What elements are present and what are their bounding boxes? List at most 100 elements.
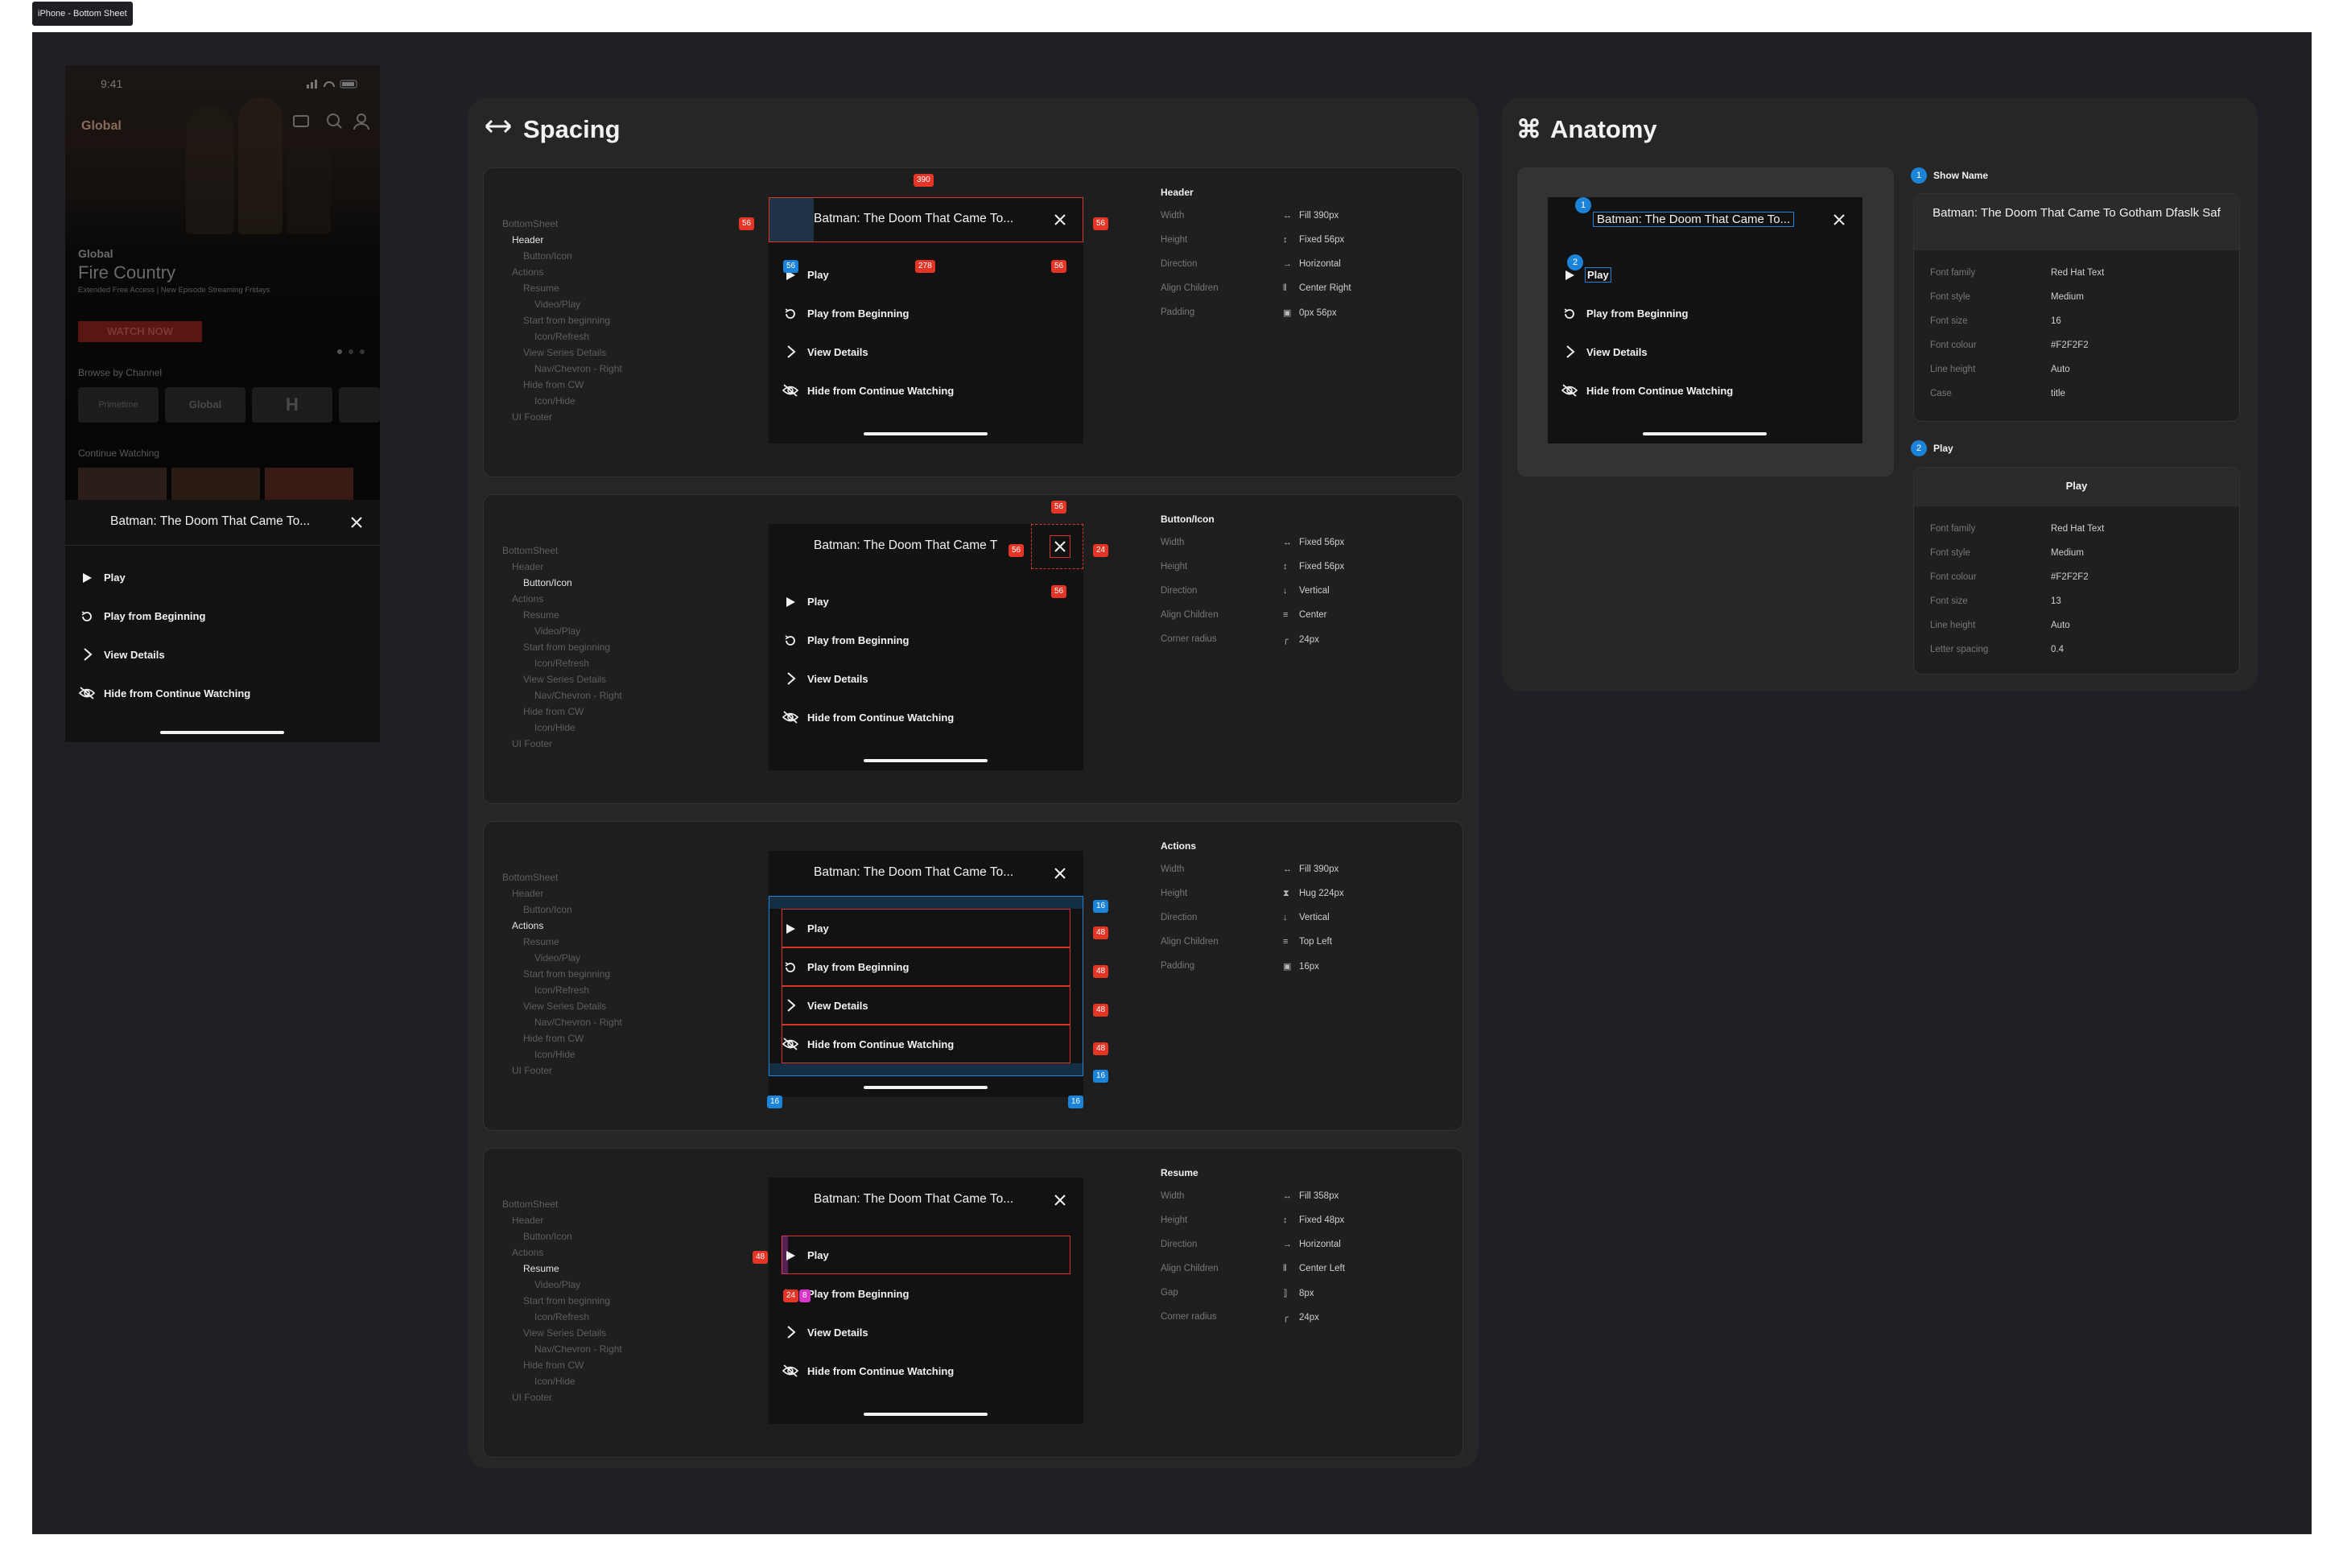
top-nav-icons: [291, 112, 371, 131]
continue-heading: Continue Watching: [78, 448, 159, 459]
tree-item: Hide from CW: [523, 706, 584, 717]
home-indicator: [1643, 432, 1767, 435]
tree-item: Icon/Hide: [534, 395, 575, 406]
section-name: Actions: [1161, 840, 1197, 852]
tree-item-selected: Button/Icon: [523, 577, 572, 588]
measure-badge: 24: [783, 1289, 799, 1302]
continue-tile[interactable]: [265, 468, 353, 500]
chevron-right-icon: [786, 345, 797, 359]
spacing-title: Spacing: [523, 115, 621, 143]
section-name: Header: [1161, 187, 1194, 198]
tree-item: Start from beginning: [523, 1295, 611, 1306]
mock-action: Play from Beginning: [1586, 307, 1689, 320]
search-icon: [327, 113, 340, 126]
tree-item: Icon/Refresh: [534, 984, 590, 996]
channel-tile[interactable]: [339, 387, 380, 423]
tree-item: Start from beginning: [523, 315, 611, 326]
close-icon: [1054, 1194, 1066, 1207]
measure-badge: 48: [1093, 1004, 1109, 1017]
prop-label: Align Children: [1161, 283, 1219, 293]
mock-action: Play: [807, 269, 829, 281]
prop-value: 16: [2051, 316, 2061, 326]
chevron-right-icon: [1565, 345, 1576, 359]
mock-action: Play: [807, 922, 829, 935]
chevron-right-icon: [82, 647, 93, 662]
prop-label: Corner radius: [1161, 1312, 1217, 1322]
eye-off-icon: [782, 710, 799, 724]
action-view-details[interactable]: View Details: [104, 649, 165, 661]
prop-label: Padding: [1161, 961, 1195, 971]
prop-label: Direction: [1161, 586, 1198, 596]
sheet-mock: Batman: The Doom That Came To... Play Pl…: [769, 1178, 1083, 1424]
tree-item: Resume: [523, 609, 559, 621]
tree-item: BottomSheet: [502, 218, 559, 229]
tree-item: Header: [512, 888, 544, 899]
browse-heading: Browse by Channel: [78, 367, 163, 378]
refresh-icon: [784, 961, 797, 974]
prop-value: ⟧ 8px: [1283, 1289, 1314, 1298]
prop-value: ↔ Fill 390px: [1283, 211, 1339, 221]
measure-badge: 56: [1093, 217, 1109, 230]
tree-item: Button/Icon: [523, 904, 572, 915]
prop-value: ▣ 16px: [1283, 962, 1319, 972]
profile-icon: [357, 113, 366, 123]
spec-preview-text: Play: [2065, 480, 2088, 492]
eye-off-icon: [782, 383, 799, 398]
prop-label: Font family: [1930, 524, 1976, 534]
tree-item: View Series Details: [523, 1001, 607, 1012]
prop-value: Auto: [2051, 621, 2070, 630]
sheet-title: Batman: The Doom That Came To...: [110, 514, 311, 528]
tree-item: Hide from CW: [523, 1360, 584, 1371]
section-name: Resume: [1161, 1167, 1198, 1178]
properties-panel: Header Width ↔ Fill 390px Height ↕ Fixed 56p…: [1145, 175, 1458, 469]
channel-tile[interactable]: Global: [165, 387, 245, 423]
measure-badge: 56: [739, 217, 755, 230]
tree-item-selected: Actions: [512, 920, 544, 931]
refresh-icon: [1563, 307, 1576, 320]
channel-tile[interactable]: H: [252, 387, 332, 423]
layer-tree: BottomSheet Header Button/Icon Actions R…: [491, 1156, 710, 1450]
mock-action: Hide from Continue Watching: [807, 712, 955, 724]
tree-item: Start from beginning: [523, 968, 611, 980]
prop-label: Width: [1161, 864, 1185, 874]
measure-badge: 16: [1093, 900, 1109, 913]
phone-preview: 9:41 Global Global Fire Country Extended…: [65, 65, 380, 742]
prop-value: ↕ Fixed 48px: [1283, 1215, 1345, 1225]
properties-panel: Resume Width ↔ Fill 358px Height ↕ Fixed 48p…: [1145, 1156, 1458, 1450]
mock-title: Batman: The Doom That Came To...: [814, 212, 1014, 225]
spec-preview-text: Batman: The Doom That Came To Gotham Dfa…: [1933, 206, 2221, 220]
channel-tile[interactable]: Primetime: [78, 387, 159, 423]
action-play[interactable]: Play: [104, 571, 126, 584]
close-icon: [1054, 540, 1066, 553]
eye-off-icon: [78, 686, 96, 700]
continue-tile[interactable]: [171, 468, 260, 500]
mock-action: View Details: [1586, 346, 1648, 358]
measure-badge: 56: [1051, 260, 1067, 273]
prop-label: Letter spacing: [1930, 645, 1989, 654]
close-icon[interactable]: [350, 516, 363, 529]
measure-badge: 24: [1093, 544, 1109, 557]
hero-title: Fire Country: [78, 262, 176, 283]
mock-action: Hide from Continue Watching: [807, 1038, 955, 1050]
status-time: 9:41: [101, 77, 123, 90]
watch-now-button[interactable]: WATCH NOW: [78, 321, 202, 342]
mock-title: Batman: The Doom That Came To...: [814, 1192, 1014, 1206]
continue-tile[interactable]: [78, 468, 167, 500]
tree-item: Resume: [523, 283, 559, 294]
tree-item: Header: [512, 1215, 544, 1226]
prop-label: Line height: [1930, 621, 1976, 630]
divider: [65, 545, 380, 546]
measure-badge: 390: [914, 174, 934, 187]
properties-panel: Actions Width ↔ Fill 390px Height ⧗ Hug 224p…: [1145, 829, 1458, 1123]
action-hide-from-cw[interactable]: Hide from Continue Watching: [104, 687, 250, 699]
action-play-from-beginning[interactable]: Play from Beginning: [104, 610, 205, 622]
prop-label: Gap: [1161, 1288, 1178, 1298]
prop-label: Align Children: [1161, 1264, 1219, 1273]
prop-label: Line height: [1930, 365, 1976, 374]
tree-item: Icon/Hide: [534, 722, 575, 733]
spec-marker: 2: [1911, 440, 1927, 456]
refresh-icon: [80, 610, 93, 623]
tree-item: Icon/Hide: [534, 1049, 575, 1060]
mock-title: Batman: The Doom That Came To...: [1593, 212, 1795, 227]
hero-subtitle: Extended Free Access | New Episode Strea…: [78, 286, 270, 295]
